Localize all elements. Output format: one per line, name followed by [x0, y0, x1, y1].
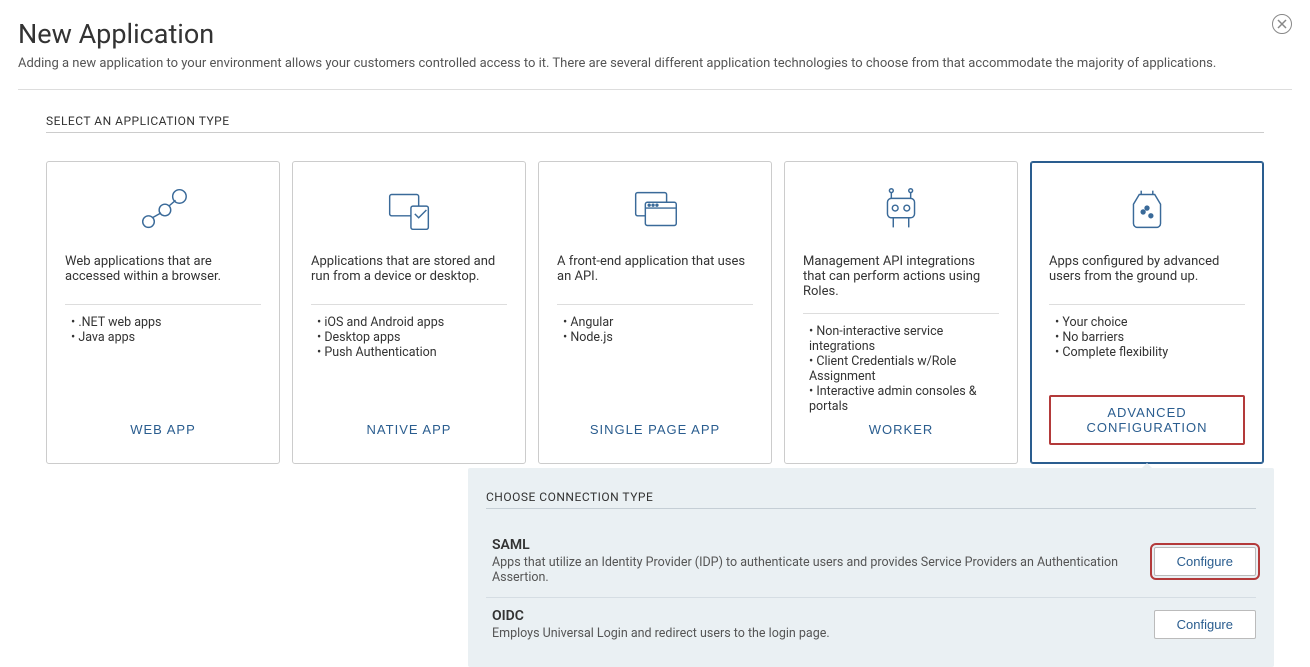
connection-title: SAML: [492, 537, 1134, 553]
connection-row-oidc: OIDC Employs Universal Login and redirec…: [486, 598, 1256, 641]
card-bullets: Your choice No barriers Complete flexibi…: [1049, 315, 1245, 367]
bullet-item: Java apps: [69, 330, 261, 345]
close-icon[interactable]: [1272, 14, 1292, 34]
card-desc: Management API integrations that can per…: [803, 254, 999, 299]
configure-oidc-button[interactable]: Configure: [1154, 610, 1256, 639]
divider: [1049, 304, 1245, 305]
bullet-item: Non-interactive service integrations: [807, 324, 999, 354]
bullet-item: Interactive admin consoles & portals: [807, 384, 999, 414]
connection-section-label: CHOOSE CONNECTION TYPE: [486, 490, 1256, 509]
connection-desc: Employs Universal Login and redirect use…: [492, 626, 1134, 641]
card-spa[interactable]: A front-end application that uses an API…: [538, 161, 772, 464]
page-title: New Application: [18, 18, 1292, 50]
card-desc: Apps configured by advanced users from t…: [1049, 254, 1245, 290]
card-worker[interactable]: Management API integrations that can per…: [784, 161, 1018, 464]
card-bullets: iOS and Android apps Desktop apps Push A…: [311, 315, 507, 367]
divider: [311, 304, 507, 305]
card-bullets: Non-interactive service integrations Cli…: [803, 324, 999, 414]
card-native-app[interactable]: Applications that are stored and run fro…: [292, 161, 526, 464]
bullet-item: Complete flexibility: [1053, 345, 1245, 360]
card-advanced[interactable]: Apps configured by advanced users from t…: [1030, 161, 1264, 464]
connection-type-panel: CHOOSE CONNECTION TYPE SAML Apps that ut…: [468, 468, 1274, 667]
bullet-item: Push Authentication: [315, 345, 507, 360]
connection-row-saml: SAML Apps that utilize an Identity Provi…: [486, 527, 1256, 598]
spa-button[interactable]: SINGLE PAGE APP: [576, 414, 734, 445]
card-bullets: Angular Node.js: [557, 315, 753, 367]
divider: [803, 313, 999, 314]
connection-desc: Apps that utilize an Identity Provider (…: [492, 555, 1134, 585]
bullet-item: Angular: [561, 315, 753, 330]
bullet-item: Client Credentials w/Role Assignment: [807, 354, 999, 384]
bullet-item: No barriers: [1053, 330, 1245, 345]
worker-icon: [872, 180, 930, 240]
app-type-cards: Web applications that are accessed withi…: [18, 161, 1292, 464]
bullet-item: Node.js: [561, 330, 753, 345]
card-desc: Applications that are stored and run fro…: [311, 254, 507, 290]
native-app-icon: [380, 180, 438, 240]
connection-title: OIDC: [492, 608, 1134, 624]
spa-icon: [626, 180, 684, 240]
section-label: SELECT AN APPLICATION TYPE: [46, 114, 1264, 133]
bullet-item: Your choice: [1053, 315, 1245, 330]
divider: [557, 304, 753, 305]
card-desc: A front-end application that uses an API…: [557, 254, 753, 290]
arrow-down-icon: [1135, 463, 1159, 475]
advanced-configuration-button[interactable]: ADVANCED CONFIGURATION: [1049, 395, 1245, 445]
bullet-item: Desktop apps: [315, 330, 507, 345]
card-web-app[interactable]: Web applications that are accessed withi…: [46, 161, 280, 464]
divider: [65, 304, 261, 305]
divider: [18, 89, 1292, 90]
card-bullets: .NET web apps Java apps: [65, 315, 261, 367]
bullet-item: .NET web apps: [69, 315, 261, 330]
native-app-button[interactable]: NATIVE APP: [353, 414, 466, 445]
card-desc: Web applications that are accessed withi…: [65, 254, 261, 290]
web-app-button[interactable]: WEB APP: [116, 414, 210, 445]
advanced-icon: [1118, 180, 1176, 240]
bullet-item: iOS and Android apps: [315, 315, 507, 330]
web-app-icon: [134, 180, 192, 240]
configure-saml-button[interactable]: Configure: [1154, 547, 1256, 576]
worker-button[interactable]: WORKER: [855, 414, 948, 445]
page-subtitle: Adding a new application to your environ…: [18, 56, 1292, 71]
